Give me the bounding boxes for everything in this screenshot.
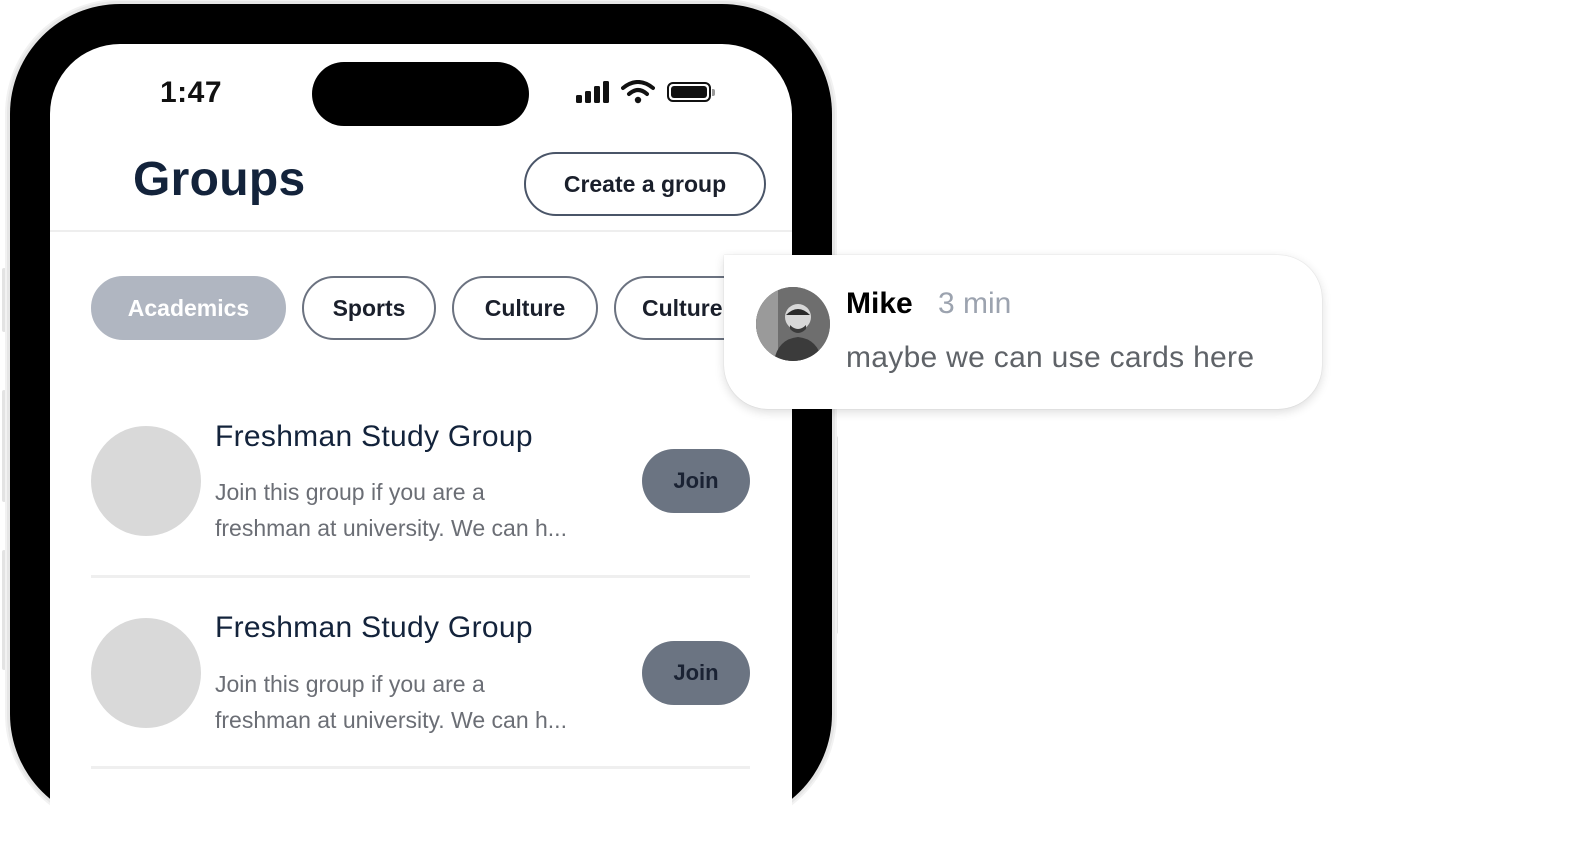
join-button[interactable]: Join <box>642 449 750 513</box>
group-name: Freshman Study Group <box>215 420 533 453</box>
group-description-line: Join this group if you are a <box>215 479 485 505</box>
phone-side-button <box>834 436 838 634</box>
filter-chip-academics[interactable]: Academics <box>91 276 286 340</box>
page-title: Groups <box>133 153 306 206</box>
comment-text: maybe we can use cards here <box>846 341 1255 374</box>
phone-side-button <box>2 268 6 332</box>
status-time: 1:47 <box>160 76 223 109</box>
group-name: Freshman Study Group <box>215 611 533 644</box>
row-divider <box>91 575 750 578</box>
join-button[interactable]: Join <box>642 641 750 705</box>
filter-chip-sports[interactable]: Sports <box>302 276 436 340</box>
comment-author: Mike <box>846 287 913 320</box>
signal-icon <box>576 81 609 103</box>
phone-side-button <box>2 550 6 670</box>
comment-timestamp: 3 min <box>938 287 1012 320</box>
comment-card[interactable]: Mike 3 min maybe we can use cards here <box>724 255 1322 409</box>
phone-side-button <box>2 390 6 502</box>
wifi-icon <box>621 80 655 104</box>
group-description: Join this group if you are a freshman at… <box>215 474 635 546</box>
header-divider <box>50 230 792 232</box>
filter-chip-culture[interactable]: Culture <box>452 276 598 340</box>
create-group-button[interactable]: Create a group <box>524 152 766 216</box>
group-avatar <box>91 426 201 536</box>
group-description-line: freshman at university. We can h... <box>215 515 567 541</box>
dynamic-island <box>312 62 529 126</box>
commenter-avatar <box>756 287 830 361</box>
row-divider <box>91 766 750 769</box>
person-photo-icon <box>756 287 830 361</box>
battery-icon <box>667 82 715 102</box>
group-description-line: freshman at university. We can h... <box>215 707 567 733</box>
status-icons <box>576 80 715 104</box>
group-description-line: Join this group if you are a <box>215 671 485 697</box>
group-description: Join this group if you are a freshman at… <box>215 666 635 738</box>
group-avatar <box>91 618 201 728</box>
